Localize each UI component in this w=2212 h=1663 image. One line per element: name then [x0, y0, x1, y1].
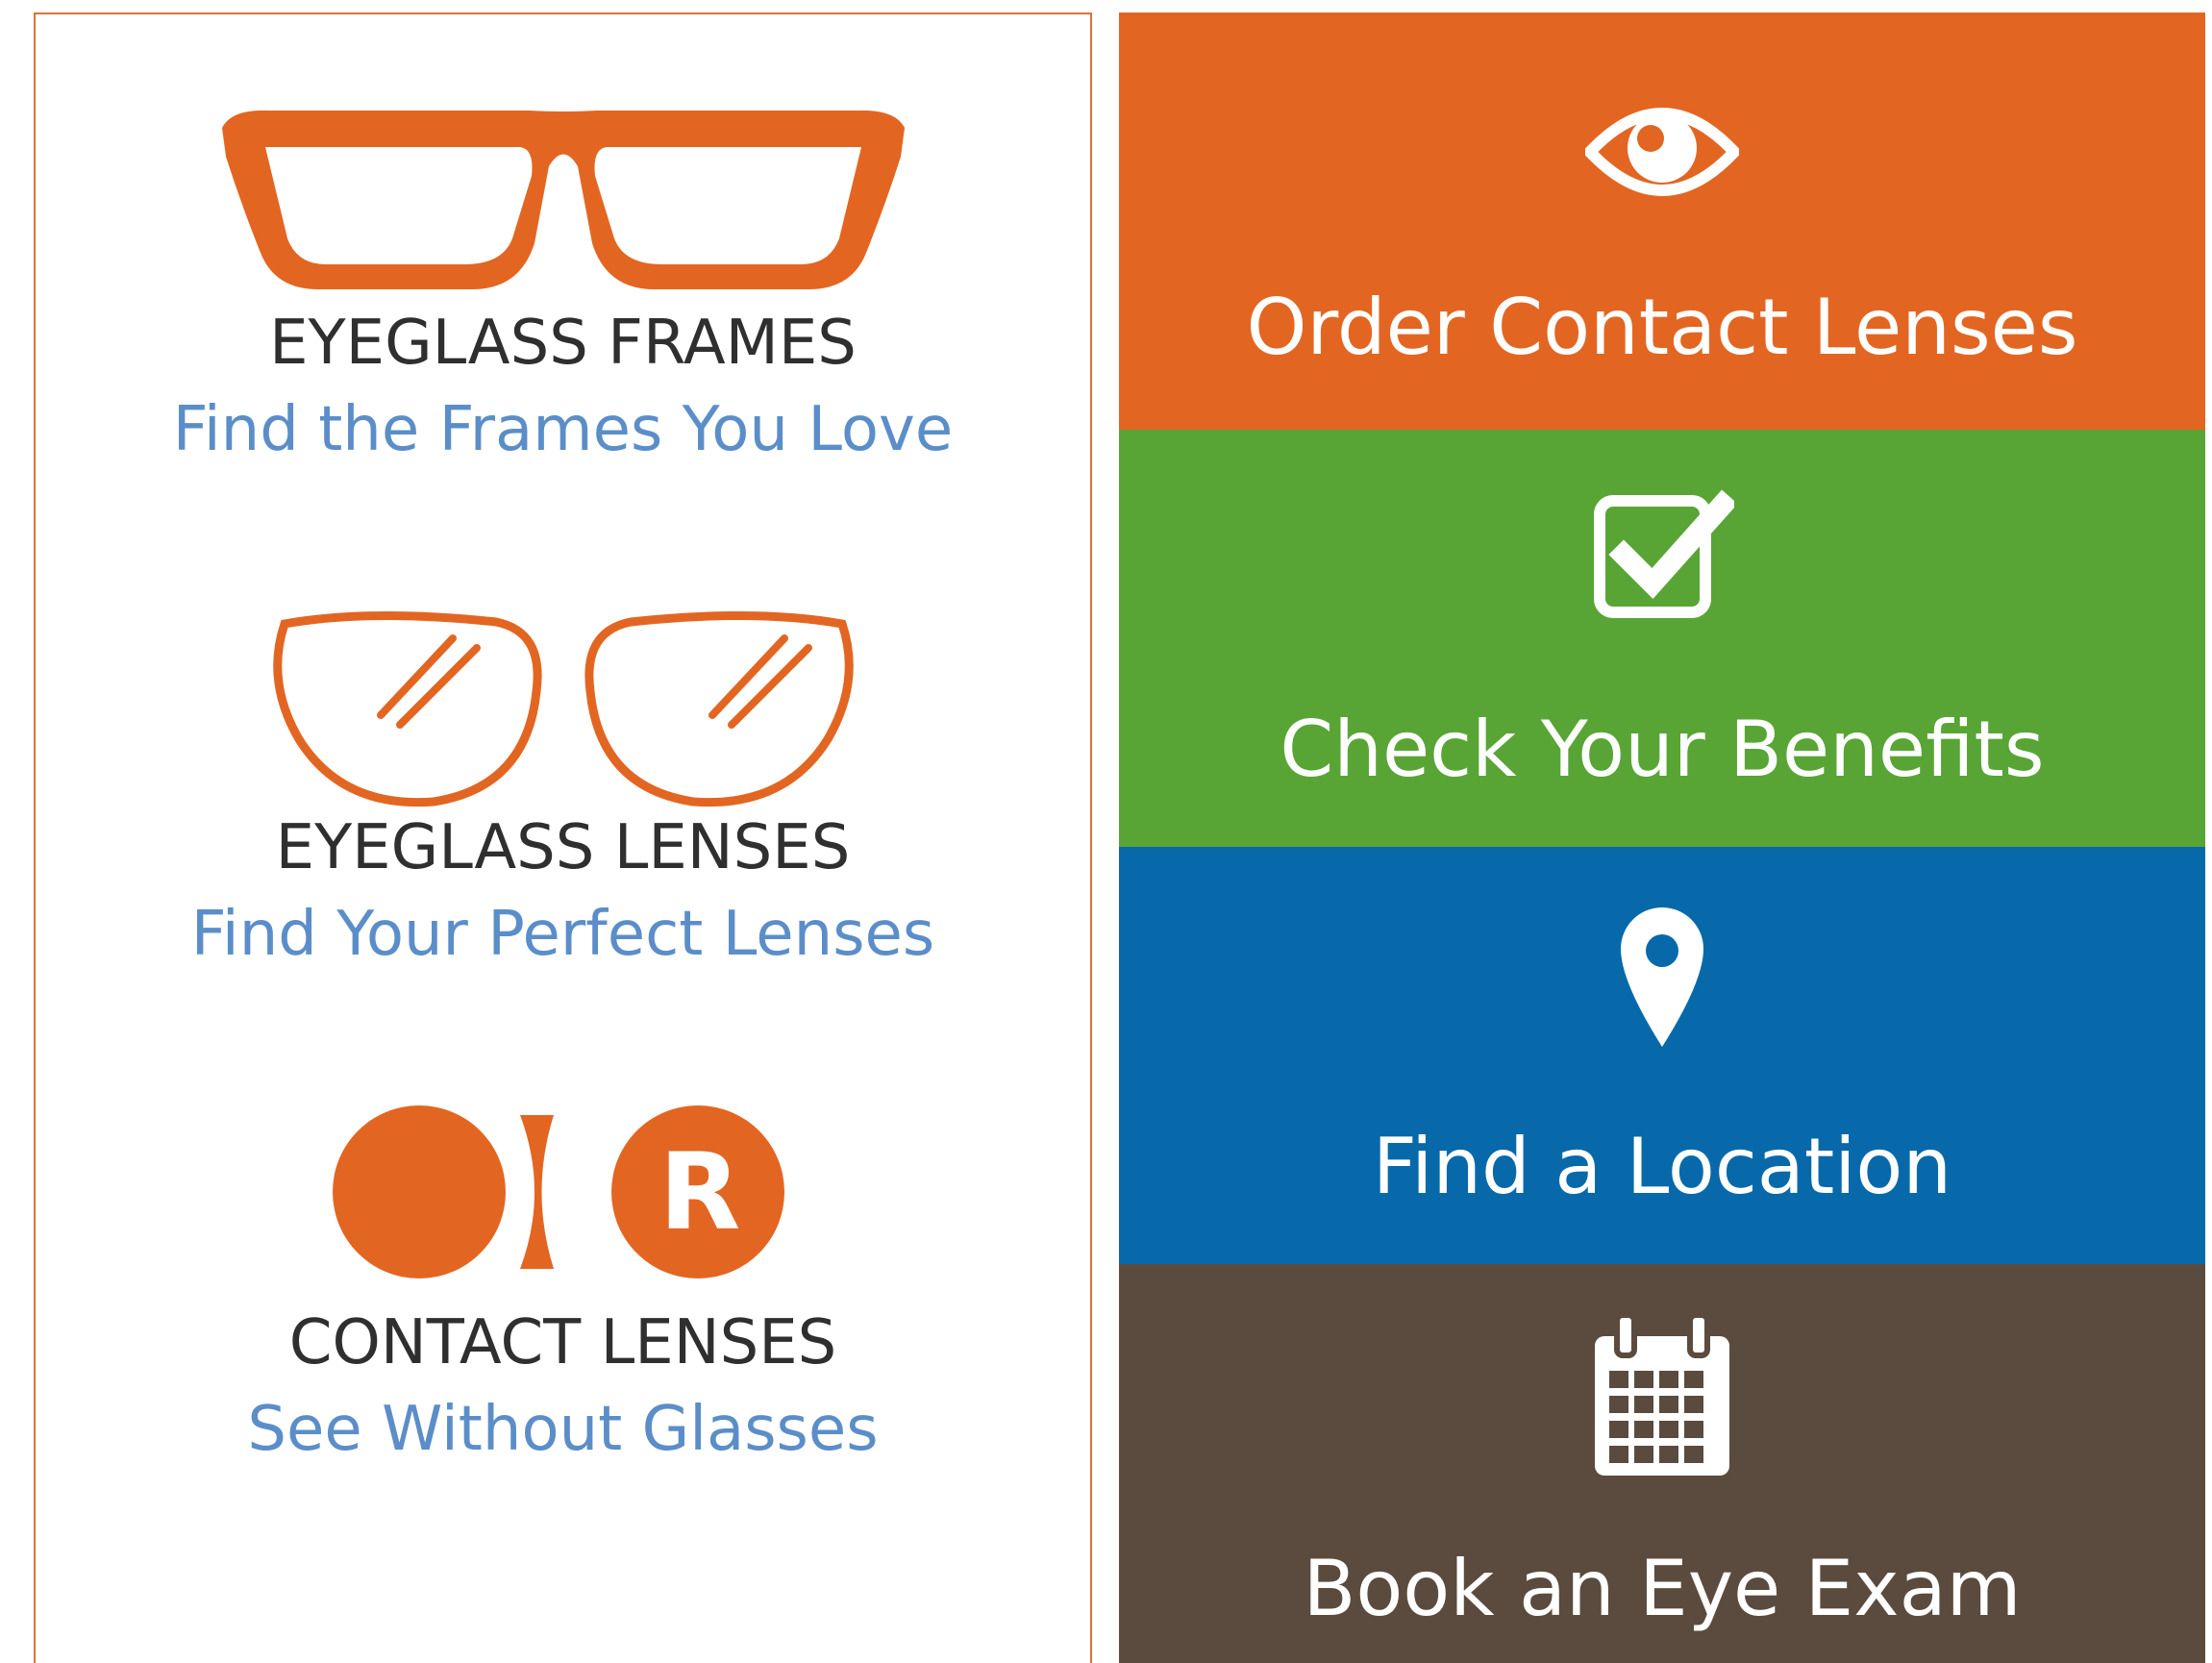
registered-mark: R	[659, 1130, 740, 1253]
product-title: EYEGLASS LENSES	[275, 812, 851, 883]
eyeglass-frames-link[interactable]: EYEGLASS FRAMES Find the Frames You Love	[36, 14, 1090, 495]
book-an-eye-exam-button[interactable]: Book an Eye Exam	[1119, 1264, 2205, 1663]
contact-lenses-icon: R	[323, 1105, 804, 1278]
product-subtitle: Find Your Perfect Lenses	[190, 899, 935, 970]
eyeglass-lenses-link[interactable]: EYEGLASS LENSES Find Your Perfect Lenses	[36, 514, 1090, 995]
eye-icon	[1581, 94, 1743, 210]
tile-label: Book an Eye Exam	[1303, 1544, 2022, 1633]
product-subtitle: See Without Glasses	[247, 1394, 879, 1465]
contact-lenses-link[interactable]: R CONTACT LENSES See Without Glasses	[36, 1014, 1090, 1514]
eyeglass-frames-icon	[212, 99, 914, 301]
find-a-location-button[interactable]: Find a Location	[1119, 847, 2205, 1264]
quick-actions-panel: Order Contact Lenses Check Your Benefits…	[1119, 12, 2205, 1663]
tile-label: Order Contact Lenses	[1246, 283, 2078, 372]
product-subtitle: Find the Frames You Love	[172, 394, 954, 465]
eyeglass-lenses-icon	[256, 605, 871, 816]
check-your-benefits-button[interactable]: Check Your Benefits	[1119, 430, 2205, 847]
map-pin-icon	[1619, 905, 1705, 1049]
checkbox-icon	[1590, 487, 1738, 622]
order-contact-lenses-button[interactable]: Order Contact Lenses	[1119, 12, 2205, 430]
tile-label: Find a Location	[1372, 1122, 1952, 1211]
product-categories-panel: EYEGLASS FRAMES Find the Frames You Love…	[34, 12, 1092, 1663]
tile-label: Check Your Benefits	[1280, 705, 2045, 794]
calendar-icon	[1590, 1307, 1734, 1480]
product-title: EYEGLASS FRAMES	[269, 308, 857, 379]
product-title: CONTACT LENSES	[288, 1307, 837, 1378]
